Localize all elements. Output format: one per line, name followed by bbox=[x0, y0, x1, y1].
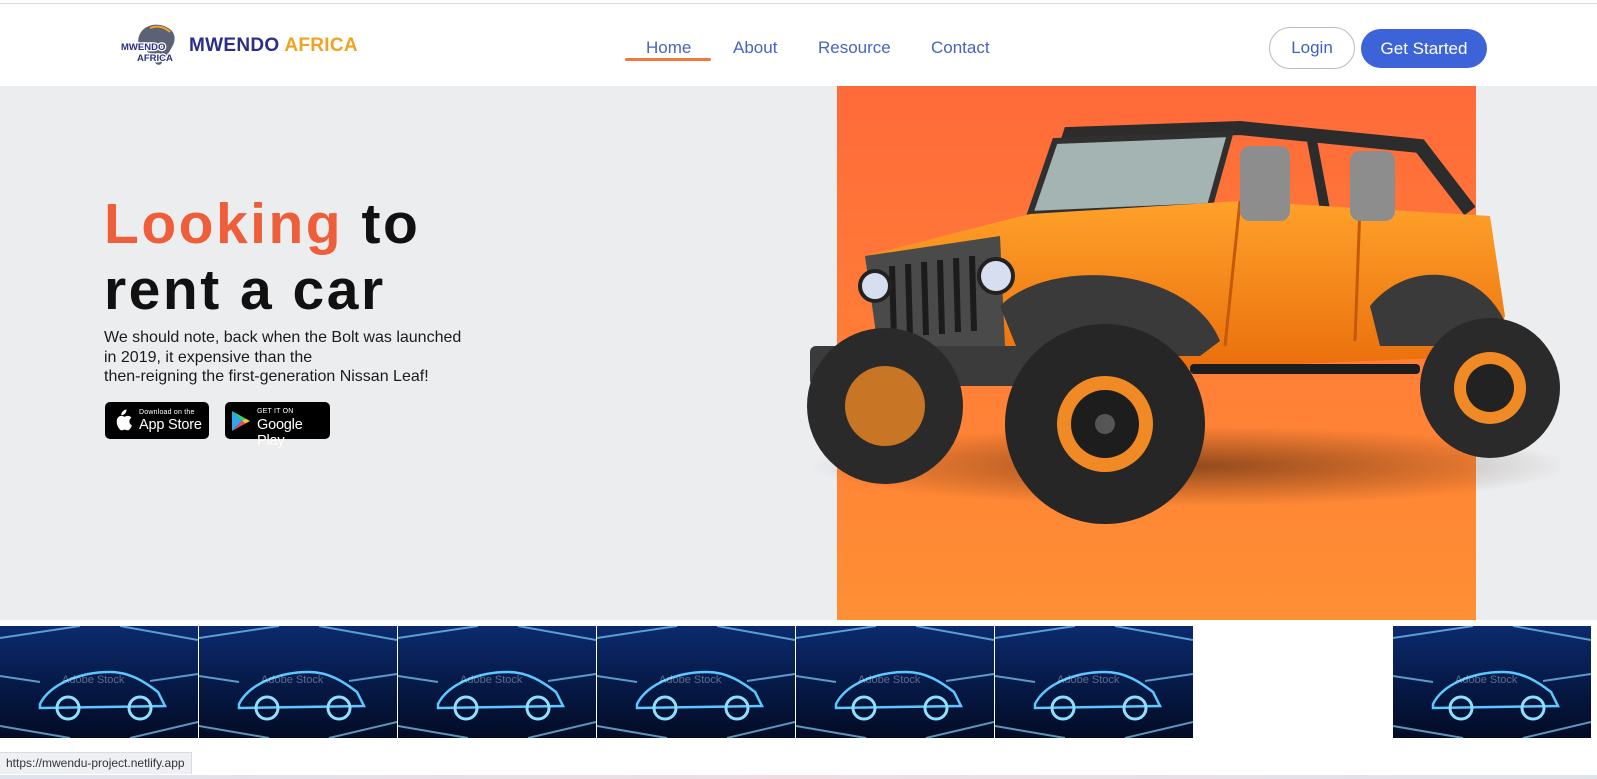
get-started-button[interactable]: Get Started bbox=[1361, 29, 1487, 68]
nav-resource[interactable]: Resource bbox=[818, 38, 891, 58]
watermark-text: Adobe Stock bbox=[62, 674, 125, 686]
brand-name-part2: AFRICA bbox=[284, 35, 358, 56]
apple-icon bbox=[116, 409, 132, 431]
status-bar-url: https://mwendu-project.netlify.app bbox=[0, 752, 192, 774]
gallery-tile[interactable]: Adobe Stock bbox=[398, 626, 596, 738]
gallery-tile[interactable]: Adobe Stock bbox=[0, 626, 198, 738]
gallery-tile[interactable]: Adobe Stock bbox=[995, 626, 1193, 738]
watermark-text: Adobe Stock bbox=[659, 674, 722, 686]
app-store-small-text: Download on the bbox=[139, 409, 195, 416]
nav-contact[interactable]: Contact bbox=[931, 38, 990, 58]
hero-title-line1-rest: to bbox=[361, 192, 421, 256]
gallery-tile[interactable]: Adobe Stock bbox=[199, 626, 397, 738]
logo[interactable]: MWENDO MWENDO AFRICA AFRICA bbox=[120, 22, 182, 68]
nav-about[interactable]: About bbox=[733, 38, 777, 58]
google-play-big-text: Google Play bbox=[257, 417, 303, 449]
svg-text:AFRICA: AFRICA bbox=[137, 53, 173, 64]
brand-name-part1: MWENDO bbox=[189, 35, 280, 56]
page: MWENDO MWENDO AFRICA AFRICA MWENDO AFRIC… bbox=[0, 0, 1597, 779]
watermark-text: Adobe Stock bbox=[1057, 674, 1120, 686]
gallery-tile[interactable]: Adobe Stock bbox=[597, 626, 795, 738]
gallery-tile[interactable]: Adobe Stock bbox=[796, 626, 994, 738]
hero-description-line3: then-reigning the first-generation Nissa… bbox=[104, 368, 429, 385]
watermark-text: Adobe Stock bbox=[261, 674, 324, 686]
hero-title-line2: rent a car bbox=[104, 258, 386, 322]
watermark-text: Adobe Stock bbox=[1455, 674, 1518, 686]
nav-active-indicator bbox=[625, 58, 711, 61]
hero-title: Looking to rent a car bbox=[104, 191, 420, 323]
hero-description-line2: in 2019, it expensive than the bbox=[104, 348, 313, 366]
login-button[interactable]: Login bbox=[1269, 27, 1355, 69]
car-gallery-strip: Adobe Stock Adobe Stock Adobe Stock Adobe S… bbox=[0, 626, 1597, 738]
hero-section: Looking to rent a car We should note, ba… bbox=[0, 86, 1597, 620]
google-play-small-text: GET IT ON bbox=[257, 408, 294, 415]
watermark-text: Adobe Stock bbox=[460, 674, 523, 686]
hero-description: We should note, back when the Bolt was l… bbox=[104, 328, 504, 387]
orange-jeep-image bbox=[807, 120, 1560, 524]
nav-home[interactable]: Home bbox=[646, 38, 691, 58]
watermark-text: Adobe Stock bbox=[858, 674, 921, 686]
site-header: MWENDO MWENDO AFRICA AFRICA MWENDO AFRIC… bbox=[0, 4, 1597, 86]
bottom-divider bbox=[0, 775, 1597, 779]
hero-description-line1: We should note, back when the Bolt was l… bbox=[104, 329, 462, 346]
gallery-tile[interactable]: Adobe Stock bbox=[1393, 626, 1591, 738]
app-store-big-text: App Store bbox=[139, 417, 202, 433]
brand-name[interactable]: MWENDO AFRICA bbox=[189, 35, 358, 57]
google-play-button[interactable]: GET IT ON Google Play bbox=[225, 402, 330, 449]
africa-map-icon: MWENDO MWENDO AFRICA AFRICA bbox=[120, 24, 175, 65]
hero-title-accent: Looking bbox=[104, 192, 344, 256]
google-play-icon bbox=[232, 411, 250, 431]
svg-text:MWENDO: MWENDO bbox=[121, 42, 165, 53]
app-store-button[interactable]: Download on the App Store bbox=[105, 402, 209, 439]
